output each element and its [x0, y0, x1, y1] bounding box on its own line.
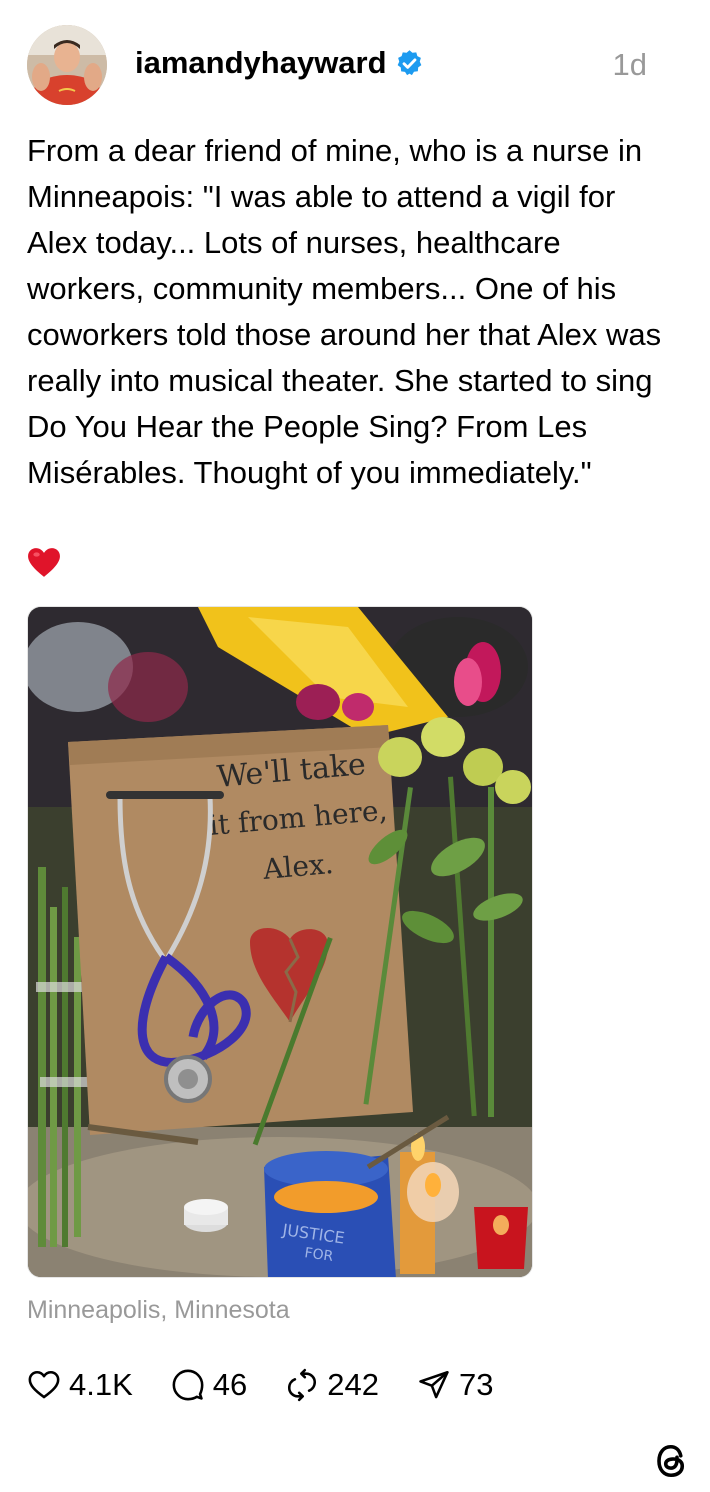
share-count: 73: [459, 1367, 494, 1402]
verified-icon: [397, 49, 421, 75]
heart-icon: [28, 1370, 60, 1399]
post-location[interactable]: Minneapolis, Minnesota: [27, 1296, 290, 1325]
like-button[interactable]: 4.1K: [27, 1367, 133, 1403]
svg-text:Alex.: Alex.: [261, 847, 335, 886]
post-text: From a dear friend of mine, who is a nur…: [27, 133, 670, 490]
share-icon: [419, 1370, 449, 1399]
post-time: 1d: [612, 47, 647, 82]
repost-count: 242: [327, 1367, 379, 1402]
heart-emoji: [28, 548, 60, 577]
reply-count: 46: [212, 1367, 248, 1402]
username-row: iamandyhayward: [135, 45, 424, 81]
comment-icon: [172, 1369, 204, 1401]
like-count: 4.1K: [69, 1367, 133, 1402]
post-header: iamandyhayward 1d: [27, 25, 657, 105]
threads-logo-icon[interactable]: [652, 1440, 690, 1482]
repost-button[interactable]: 242: [285, 1367, 379, 1403]
avatar[interactable]: [27, 25, 107, 105]
share-button[interactable]: 73: [417, 1367, 493, 1403]
username[interactable]: iamandyhayward: [135, 45, 387, 81]
reply-button[interactable]: 46: [171, 1367, 247, 1403]
action-bar: 4.1K 46 242 73: [27, 1362, 531, 1408]
repost-icon: [288, 1368, 317, 1402]
post-photo[interactable]: We'll take it from here, Alex. JUSTICE F…: [27, 606, 533, 1278]
